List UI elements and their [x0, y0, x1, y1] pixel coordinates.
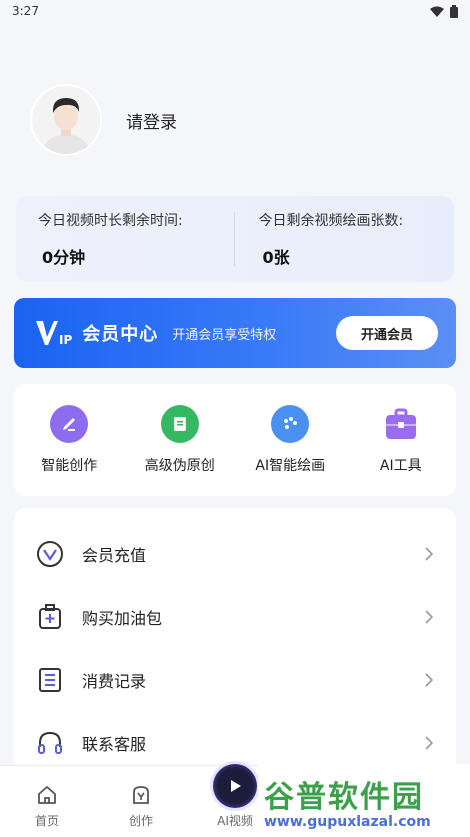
vip-title: 会员中心 [82, 324, 159, 345]
pen-icon [50, 405, 89, 443]
vip-subtitle: 开通会员享受特权 [172, 327, 277, 343]
vip-circle-icon [36, 540, 64, 568]
menu-label: 会员充值 [82, 546, 147, 565]
create-icon [128, 782, 154, 808]
default-avatar-icon [32, 86, 100, 154]
tool-ai-tools[interactable]: AI工具 [346, 405, 456, 475]
list-icon [36, 666, 64, 694]
video-time-value: 0分钟 [42, 248, 86, 267]
tool-smart-create[interactable]: 智能创作 [14, 405, 124, 475]
chevron-right-icon [425, 673, 434, 687]
drawing-value: 0张 [262, 248, 290, 267]
status-bar: 3:27 [0, 0, 470, 22]
nav-ai-video-label: AI视频 [217, 814, 253, 828]
drawing-label: 今日剩余视频绘画张数: [258, 213, 404, 229]
login-link[interactable]: 请登录 [126, 108, 177, 133]
play-icon [213, 764, 257, 808]
headset-icon [36, 729, 64, 757]
battery-icon [450, 4, 458, 18]
nav-create-label: 创作 [128, 814, 153, 828]
nav-create[interactable]: 创作 [94, 782, 188, 829]
menu-label: 消费记录 [82, 672, 147, 691]
toolbox-icon [382, 405, 420, 443]
tool-label: 智能创作 [41, 458, 98, 474]
video-time-quota: 今日视频时长剩余时间: 0分钟 [16, 210, 234, 268]
status-time: 3:27 [12, 4, 39, 18]
menu-item-consumption-record[interactable]: 消费记录 [14, 650, 456, 710]
profile-section[interactable]: 请登录 [32, 86, 177, 154]
tool-ai-drawing[interactable]: AI智能绘画 [235, 405, 345, 475]
tool-label: 高级伪原创 [144, 458, 215, 474]
tool-advanced-rewrite[interactable]: 高级伪原创 [125, 405, 235, 475]
palette-icon [271, 405, 310, 443]
menu-item-vip-recharge[interactable]: 会员充值 [14, 524, 456, 584]
quota-card: 今日视频时长剩余时间: 0分钟 今日剩余视频绘画张数: 0张 [16, 196, 454, 282]
watermark-main: 谷普软件园 [264, 779, 424, 815]
vip-v-icon [36, 321, 58, 345]
watermark: 谷普软件园 www.gupuxlazal.com [258, 764, 470, 837]
tools-card: 智能创作 高级伪原创 AI智能绘画 AI工具 [14, 384, 456, 496]
watermark-url: www.gupuxlazal.com [264, 813, 431, 830]
avatar[interactable] [32, 86, 100, 154]
open-vip-button[interactable]: 开通会员 [336, 316, 438, 350]
chevron-right-icon [425, 736, 434, 750]
vip-logo: IP [36, 319, 72, 347]
menu-card: 会员充值 购买加油包 消费记录 联系客服 [14, 508, 456, 788]
document-icon [160, 405, 199, 443]
vip-banner[interactable]: IP 会员中心 开通会员享受特权 开通会员 [14, 298, 456, 368]
menu-label: 联系客服 [82, 735, 147, 754]
plus-bag-icon [36, 603, 64, 631]
menu-label: 购买加油包 [82, 609, 163, 628]
chevron-right-icon [425, 547, 434, 561]
tool-label: AI工具 [379, 458, 422, 474]
nav-home[interactable]: 首页 [0, 782, 94, 829]
drawing-quota: 今日剩余视频绘画张数: 0张 [235, 210, 455, 268]
wifi-icon [430, 6, 444, 17]
video-time-label: 今日视频时长剩余时间: [38, 213, 183, 229]
home-icon [34, 782, 60, 808]
status-icons [430, 4, 458, 18]
nav-home-label: 首页 [34, 814, 59, 828]
vip-logo-text: IP [59, 333, 73, 347]
tool-label: AI智能绘画 [255, 458, 326, 474]
chevron-right-icon [425, 610, 434, 624]
menu-item-buy-package[interactable]: 购买加油包 [14, 587, 456, 647]
